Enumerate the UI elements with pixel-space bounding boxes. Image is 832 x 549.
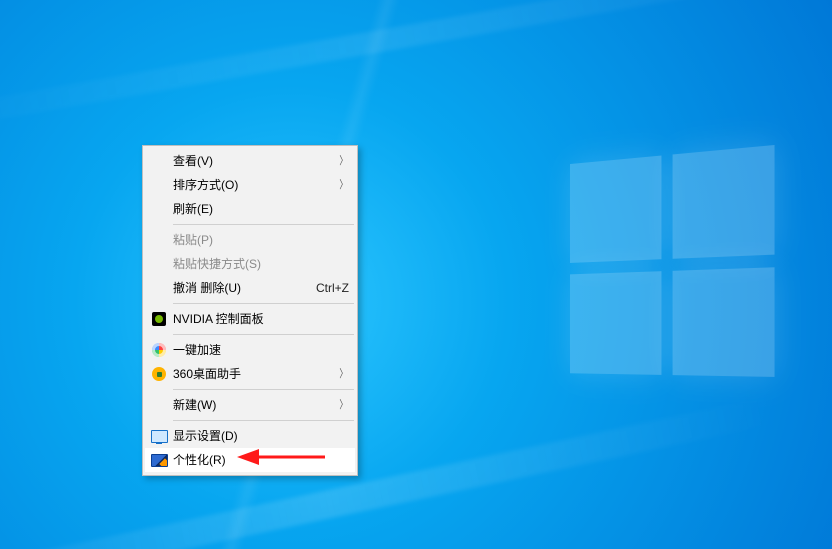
menu-item-sort[interactable]: 排序方式(O) 〉 bbox=[145, 173, 355, 197]
menu-item-label: 粘贴(P) bbox=[173, 228, 349, 252]
menu-item-display-settings[interactable]: 显示设置(D) bbox=[145, 424, 355, 448]
chevron-right-icon: 〉 bbox=[339, 362, 347, 386]
menu-separator bbox=[173, 420, 354, 421]
chevron-right-icon: 〉 bbox=[339, 173, 347, 197]
menu-item-new[interactable]: 新建(W) 〉 bbox=[145, 393, 355, 417]
menu-item-shortcut: Ctrl+Z bbox=[316, 276, 349, 300]
light-beam bbox=[0, 397, 773, 549]
menu-item-label: 360桌面助手 bbox=[173, 362, 330, 386]
blank-icon bbox=[149, 177, 169, 193]
blank-icon bbox=[149, 256, 169, 272]
menu-item-paste-shortcut: 粘贴快捷方式(S) bbox=[145, 252, 355, 276]
menu-item-label: 撤消 删除(U) bbox=[173, 276, 308, 300]
blank-icon bbox=[149, 232, 169, 248]
menu-item-nvidia-control-panel[interactable]: NVIDIA 控制面板 bbox=[145, 307, 355, 331]
monitor-icon bbox=[149, 428, 169, 444]
menu-item-360-desktop-assistant[interactable]: 360桌面助手 〉 bbox=[145, 362, 355, 386]
blank-icon bbox=[149, 153, 169, 169]
menu-separator bbox=[173, 303, 354, 304]
menu-item-personalize[interactable]: 个性化(R) bbox=[145, 448, 355, 472]
menu-item-paste: 粘贴(P) bbox=[145, 228, 355, 252]
menu-item-label: 显示设置(D) bbox=[173, 424, 349, 448]
menu-item-label: NVIDIA 控制面板 bbox=[173, 307, 349, 331]
personalize-icon bbox=[149, 452, 169, 468]
menu-separator bbox=[173, 224, 354, 225]
blank-icon bbox=[149, 280, 169, 296]
menu-item-view[interactable]: 查看(V) 〉 bbox=[145, 149, 355, 173]
menu-item-label: 排序方式(O) bbox=[173, 173, 330, 197]
360-icon bbox=[149, 366, 169, 382]
desktop-wallpaper[interactable] bbox=[0, 0, 832, 549]
menu-item-label: 个性化(R) bbox=[173, 448, 349, 472]
menu-item-refresh[interactable]: 刷新(E) bbox=[145, 197, 355, 221]
menu-item-one-click-accelerate[interactable]: 一键加速 bbox=[145, 338, 355, 362]
light-beam bbox=[0, 0, 832, 139]
chevron-right-icon: 〉 bbox=[339, 149, 347, 173]
menu-item-label: 一键加速 bbox=[173, 338, 349, 362]
menu-item-label: 新建(W) bbox=[173, 393, 330, 417]
menu-item-label: 粘贴快捷方式(S) bbox=[173, 252, 349, 276]
menu-item-label: 刷新(E) bbox=[173, 197, 349, 221]
accelerate-icon bbox=[149, 342, 169, 358]
windows-logo bbox=[570, 145, 775, 377]
blank-icon bbox=[149, 201, 169, 217]
desktop-context-menu: 查看(V) 〉 排序方式(O) 〉 刷新(E) 粘贴(P) 粘贴快捷方式(S) … bbox=[142, 145, 358, 476]
chevron-right-icon: 〉 bbox=[339, 393, 347, 417]
menu-separator bbox=[173, 389, 354, 390]
nvidia-icon bbox=[149, 311, 169, 327]
blank-icon bbox=[149, 397, 169, 413]
menu-item-label: 查看(V) bbox=[173, 149, 330, 173]
menu-item-undo-delete[interactable]: 撤消 删除(U) Ctrl+Z bbox=[145, 276, 355, 300]
menu-separator bbox=[173, 334, 354, 335]
